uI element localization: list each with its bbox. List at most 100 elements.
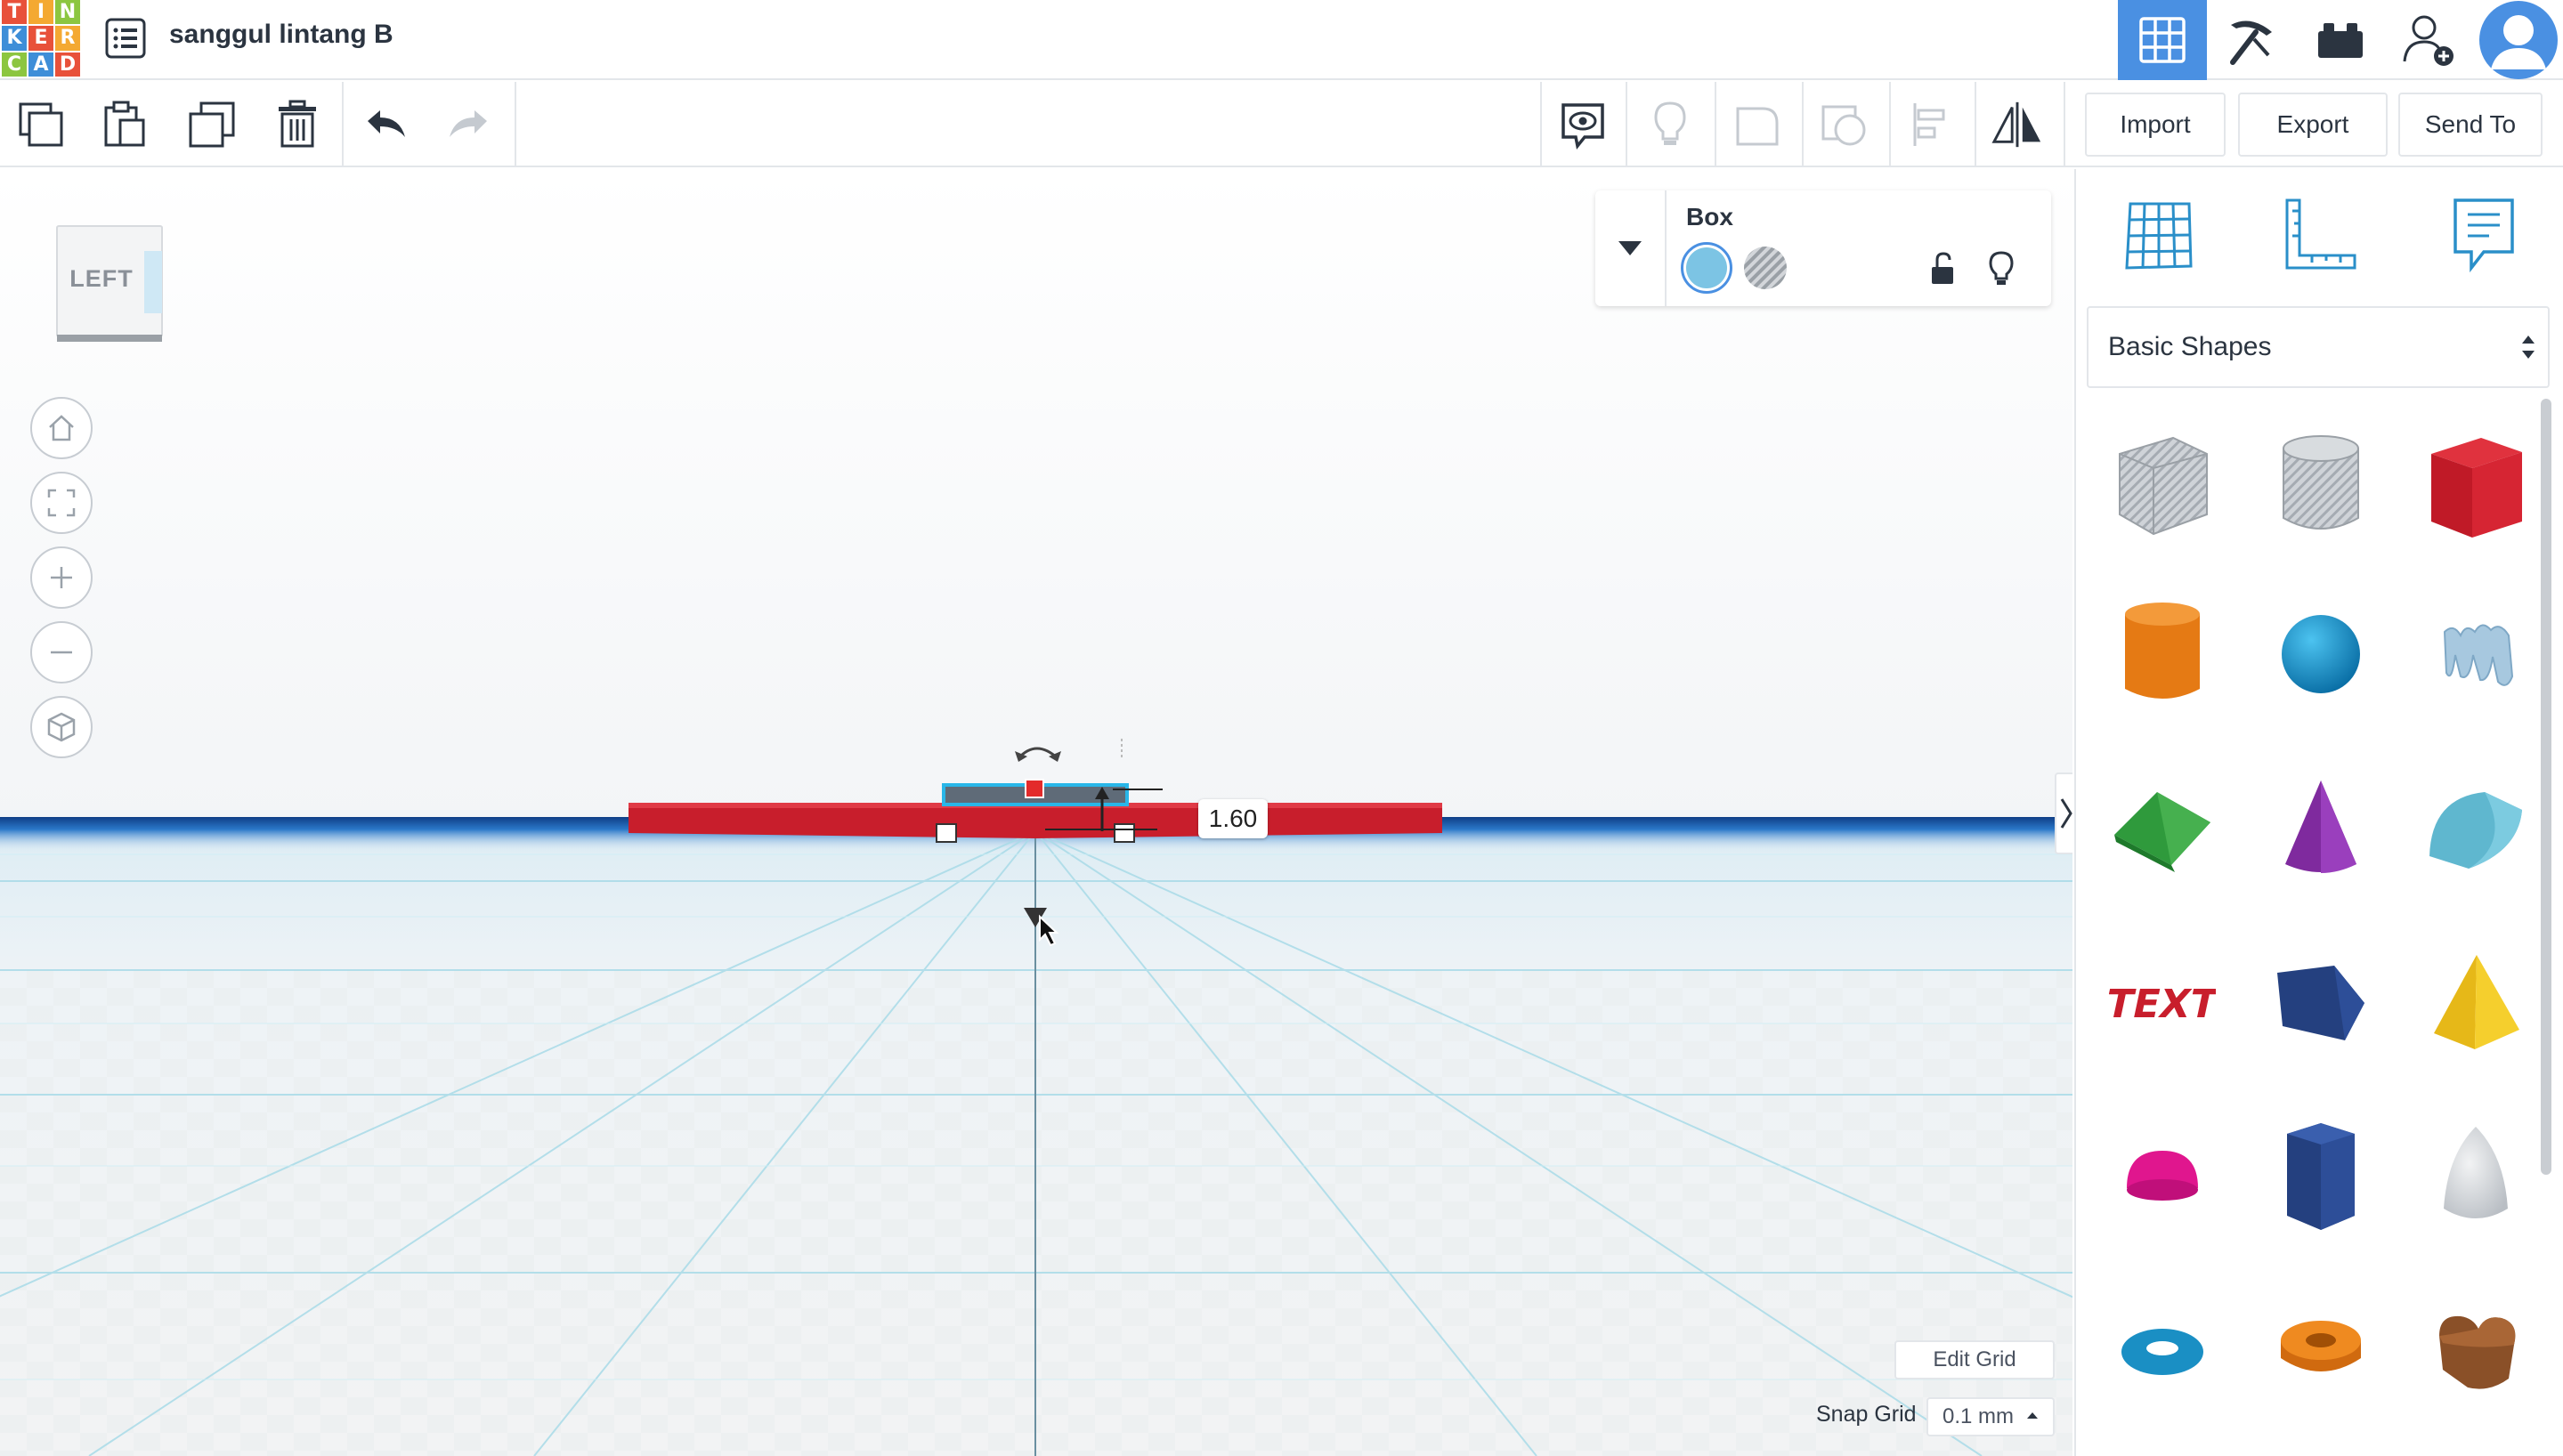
purple-cone-icon xyxy=(2285,781,2356,873)
redo-icon xyxy=(450,110,487,137)
hide-shape-button[interactable] xyxy=(1980,246,2023,292)
hole-swatch[interactable] xyxy=(1743,246,1788,290)
logo-letter: T xyxy=(2,0,27,25)
duplicate-button[interactable] xyxy=(185,98,239,151)
show-all-button[interactable] xyxy=(1643,98,1697,151)
shape-sphere[interactable] xyxy=(2254,587,2388,721)
header-right xyxy=(2118,0,2563,80)
ungroup-icon xyxy=(1821,105,1866,146)
logo-letter: D xyxy=(55,52,80,77)
notes-panel-button[interactable] xyxy=(2439,190,2528,279)
paraboloid-icon xyxy=(2444,1127,2508,1218)
solid-color-swatch[interactable] xyxy=(1681,242,1732,294)
panel-toggle-button[interactable] xyxy=(2055,772,2072,854)
shape-torus[interactable] xyxy=(2096,1285,2229,1419)
snap-grid-label: Snap Grid xyxy=(1816,1402,1917,1427)
copy-button[interactable] xyxy=(14,98,68,151)
svg-text:TEXT: TEXT xyxy=(2109,982,2216,1026)
speech-bubble-icon xyxy=(2454,198,2514,273)
logo-letter: I xyxy=(28,0,53,25)
shape-polygon[interactable] xyxy=(2254,1111,2388,1244)
workplane-tool-button[interactable] xyxy=(2113,190,2202,279)
shape-cylinder-hole[interactable] xyxy=(2254,420,2388,554)
workplane-viewport[interactable]: LEFT 1.60 Box Edit Grid Snap Grid 0.1 mm xyxy=(0,169,2072,1456)
user-avatar[interactable] xyxy=(2474,0,2563,80)
undo-button[interactable] xyxy=(360,98,413,151)
inspector-collapse-button[interactable] xyxy=(1595,190,1667,306)
paste-icon xyxy=(104,101,145,147)
logo-letter: C xyxy=(2,52,27,77)
redo-button[interactable] xyxy=(442,98,495,151)
toolbar-divider xyxy=(1540,82,1542,167)
torus-icon xyxy=(2121,1329,2203,1375)
toolbar: Import Export Send To xyxy=(0,82,2563,167)
fit-view-button[interactable] xyxy=(30,472,93,534)
import-button[interactable]: Import xyxy=(2085,93,2226,157)
invite-user-button[interactable] xyxy=(2385,0,2474,80)
pyramid-icon xyxy=(2434,955,2519,1049)
group-icon xyxy=(1736,107,1779,146)
design-list-icon[interactable] xyxy=(105,18,146,59)
updown-caret-icon xyxy=(2522,336,2535,359)
shape-roof[interactable] xyxy=(2096,762,2229,895)
shape-round-roof[interactable] xyxy=(2409,762,2543,895)
shape-pyramid[interactable] xyxy=(2409,936,2543,1070)
tube-icon xyxy=(2281,1321,2361,1371)
codeblocks-view-button[interactable] xyxy=(2207,0,2296,80)
zoom-out-button[interactable] xyxy=(30,621,93,684)
snap-grid-value: 0.1 mm xyxy=(1943,1404,2015,1428)
export-button[interactable]: Export xyxy=(2238,93,2388,157)
mirror-button[interactable] xyxy=(1991,98,2044,151)
toolbar-divider xyxy=(1715,82,1716,167)
avatar-icon xyxy=(2479,1,2558,79)
box-hole-icon xyxy=(2119,436,2208,536)
view-cube-face-label: LEFT xyxy=(69,265,134,292)
tinkercad-logo[interactable]: TIN KER CAD xyxy=(2,0,80,77)
shape-box[interactable] xyxy=(2409,420,2543,554)
shape-name[interactable]: Box xyxy=(1686,203,1733,231)
delete-button[interactable] xyxy=(271,98,324,151)
shape-library-select[interactable]: Basic Shapes xyxy=(2087,306,2550,388)
workplane-grid-icon xyxy=(2125,202,2193,270)
shape-cone[interactable] xyxy=(2254,762,2388,895)
group-button[interactable] xyxy=(1731,98,1784,151)
polygon-icon xyxy=(2287,1123,2355,1230)
shape-heart[interactable] xyxy=(2409,1285,2543,1419)
shape-wedge[interactable] xyxy=(2254,936,2388,1070)
perspective-button[interactable] xyxy=(30,696,93,758)
shape-box-hole[interactable] xyxy=(2096,420,2229,554)
cylinder-hole-icon xyxy=(2283,435,2359,530)
3d-design-view-button[interactable] xyxy=(2118,0,2207,80)
project-title[interactable]: sanggul lintang B xyxy=(169,20,393,50)
shapes-panel-scrollbar[interactable] xyxy=(2541,399,2551,1175)
undo-icon xyxy=(368,110,405,137)
red-box-icon xyxy=(2431,438,2522,538)
green-roof-icon xyxy=(2114,792,2210,872)
grid-icon xyxy=(2139,17,2186,63)
align-button[interactable] xyxy=(1905,98,1959,151)
shape-cylinder[interactable] xyxy=(2096,587,2229,721)
zoom-in-button[interactable] xyxy=(30,546,93,609)
shape-inspector: Box xyxy=(1595,190,2051,306)
send-to-button[interactable]: Send To xyxy=(2398,93,2543,157)
paste-button[interactable] xyxy=(98,98,151,151)
ruler-tool-button[interactable] xyxy=(2275,190,2364,279)
logo-letter: A xyxy=(28,52,53,77)
shape-paraboloid[interactable] xyxy=(2409,1111,2543,1244)
notes-tool-button[interactable] xyxy=(1556,98,1610,151)
edit-grid-button[interactable]: Edit Grid xyxy=(1894,1340,2055,1379)
bricks-view-button[interactable] xyxy=(2296,0,2385,80)
toolbar-divider xyxy=(1975,82,1976,167)
home-view-button[interactable] xyxy=(30,397,93,459)
shape-tube[interactable] xyxy=(2254,1285,2388,1419)
shape-scribble[interactable] xyxy=(2409,587,2543,721)
view-cube[interactable]: LEFT xyxy=(55,224,167,344)
snap-grid-select[interactable]: 0.1 mm xyxy=(1926,1397,2055,1436)
brick-icon xyxy=(2318,23,2363,58)
lock-button[interactable] xyxy=(1921,246,1964,292)
shape-half-sphere[interactable] xyxy=(2096,1111,2229,1244)
home-icon xyxy=(49,415,74,441)
ungroup-button[interactable] xyxy=(1818,98,1871,151)
shape-text[interactable]: TEXT xyxy=(2096,936,2229,1070)
dimension-value-label[interactable]: 1.60 xyxy=(1198,799,1268,838)
